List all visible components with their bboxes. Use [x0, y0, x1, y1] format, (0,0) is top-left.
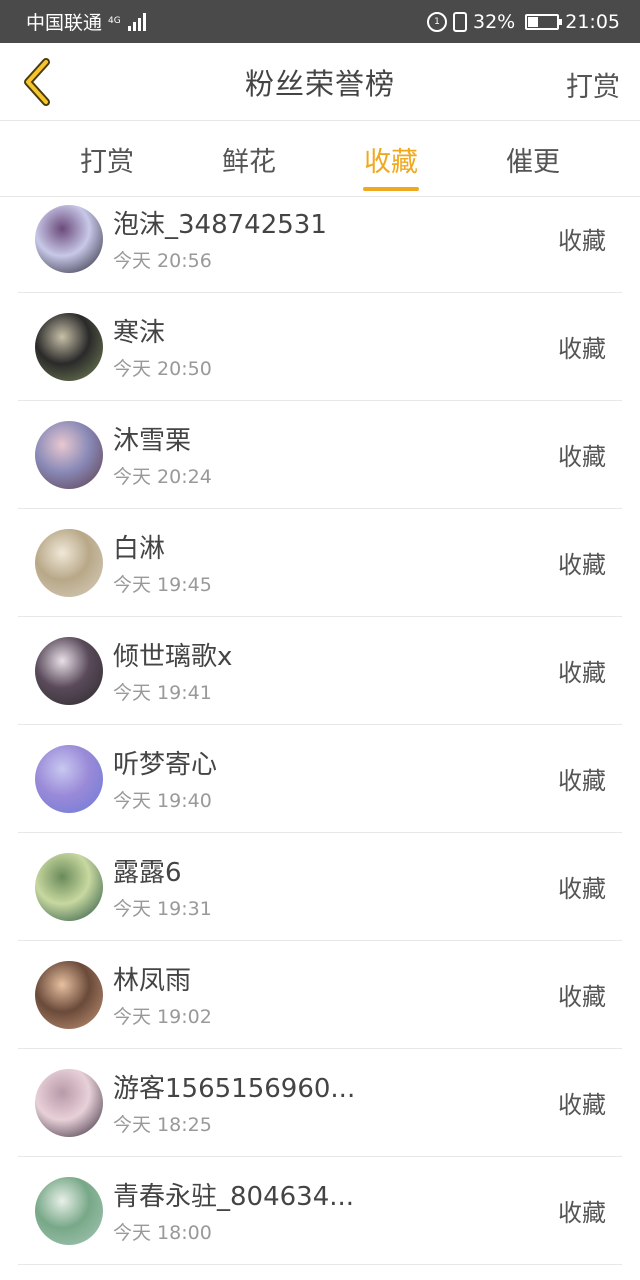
list-item[interactable]: 林凤雨 今天 19:02 收藏	[18, 941, 622, 1049]
user-name: 沐雪栗	[113, 426, 192, 456]
user-info: 寒沫今天 20:50	[113, 312, 622, 381]
list-item[interactable]: 青春永驻_804634... 今天 18:00 收藏	[18, 1157, 622, 1265]
avatar[interactable]	[35, 312, 103, 381]
user-info: 听梦寄心今天 19:40	[113, 744, 622, 813]
status-left: 中国联通 4G	[26, 8, 147, 35]
avatar[interactable]	[35, 636, 103, 705]
list-item[interactable]: 泡沫_348742531 今天 20:56 收藏	[18, 185, 622, 293]
user-name: 露露6	[113, 858, 182, 888]
user-name: 游客1565156960...	[113, 1074, 356, 1104]
list-item[interactable]: 游客1565156960... 今天 18:25 收藏	[18, 1049, 622, 1157]
user-name: 白淋	[113, 534, 166, 564]
timestamp: 今天 20:50	[113, 358, 212, 380]
avatar[interactable]	[35, 528, 103, 597]
chevron-left-icon	[24, 58, 50, 106]
back-button[interactable]	[14, 57, 58, 107]
user-info: 泡沫_348742531 今天 20:56	[113, 204, 622, 273]
carrier-label: 中国联通	[26, 12, 103, 34]
timestamp: 今天 18:25	[113, 1114, 212, 1136]
action-label: 收藏	[558, 335, 606, 363]
avatar[interactable]	[35, 852, 103, 921]
action-label: 收藏	[558, 875, 606, 903]
status-right: 1 32% 21:05	[427, 11, 620, 33]
timestamp: 今天 19:41	[113, 682, 212, 704]
action-label: 收藏	[558, 767, 606, 795]
timestamp: 今天 19:02	[113, 1006, 212, 1028]
timestamp: 今天 19:31	[113, 898, 212, 920]
fan-list: 泡沫_348742531 今天 20:56 收藏 寒沫 今天 20:50 收藏 沐雪栗 今天 …	[0, 185, 640, 1265]
user-info: 游客1565156960... 今天 18:25	[113, 1068, 622, 1137]
user-name: 寒沫	[113, 318, 166, 348]
user-name: 听梦寄心	[113, 750, 218, 780]
timestamp: 今天 19:45	[113, 574, 212, 596]
user-info: 白淋今天 19:45	[113, 528, 622, 597]
avatar[interactable]	[35, 744, 103, 813]
user-info: 青春永驻_804634... 今天 18:00	[113, 1176, 622, 1245]
avatar[interactable]	[35, 204, 103, 273]
action-label: 收藏	[558, 227, 606, 255]
list-item[interactable]: 倾世璃歌x 今天 19:41 收藏	[18, 617, 622, 725]
page-title: 粉丝荣誉榜	[244, 66, 395, 101]
status-bar: 中国联通 4G 1 32% 21:05	[0, 0, 640, 43]
nav-bar: 粉丝荣誉榜 打赏	[0, 43, 640, 121]
reward-button[interactable]: 打赏	[566, 65, 620, 104]
action-label: 收藏	[558, 1091, 606, 1119]
avatar[interactable]	[35, 420, 103, 489]
user-info: 沐雪栗今天 20:24	[113, 420, 622, 489]
vibrate-icon	[453, 11, 467, 32]
action-label: 收藏	[558, 659, 606, 687]
action-label: 收藏	[558, 443, 606, 471]
battery-percent: 32%	[473, 10, 516, 33]
user-name: 泡沫_348742531	[113, 210, 327, 240]
action-label: 收藏	[558, 551, 606, 579]
list-item[interactable]: 白淋 今天 19:45 收藏	[18, 509, 622, 617]
action-label: 收藏	[558, 1199, 606, 1227]
timestamp: 今天 20:24	[113, 466, 212, 488]
avatar[interactable]	[35, 960, 103, 1029]
list-item[interactable]: 寒沫 今天 20:50 收藏	[18, 293, 622, 401]
user-info: 露露6 今天 19:31	[113, 852, 622, 921]
list-item[interactable]: 听梦寄心 今天 19:40 收藏	[18, 725, 622, 833]
user-name: 林凤雨	[113, 966, 192, 996]
hd-call-icon: 1	[427, 11, 447, 32]
timestamp: 今天 20:56	[113, 250, 212, 272]
signal-icon	[128, 12, 147, 31]
avatar[interactable]	[35, 1068, 103, 1137]
timestamp: 今天 18:00	[113, 1222, 212, 1244]
user-name: 倾世璃歌x	[113, 642, 233, 672]
battery-icon	[525, 13, 563, 30]
action-label: 收藏	[558, 983, 606, 1011]
avatar[interactable]	[35, 1176, 103, 1245]
clock: 21:05	[565, 10, 620, 33]
user-info: 倾世璃歌x 今天 19:41	[113, 636, 622, 705]
timestamp: 今天 19:40	[113, 790, 212, 812]
list-item[interactable]: 沐雪栗 今天 20:24 收藏	[18, 401, 622, 509]
user-info: 林凤雨今天 19:02	[113, 960, 622, 1029]
network-type: 4G	[108, 16, 121, 26]
user-name: 青春永驻_804634...	[113, 1182, 355, 1212]
list-item[interactable]: 露露6 今天 19:31 收藏	[18, 833, 622, 941]
